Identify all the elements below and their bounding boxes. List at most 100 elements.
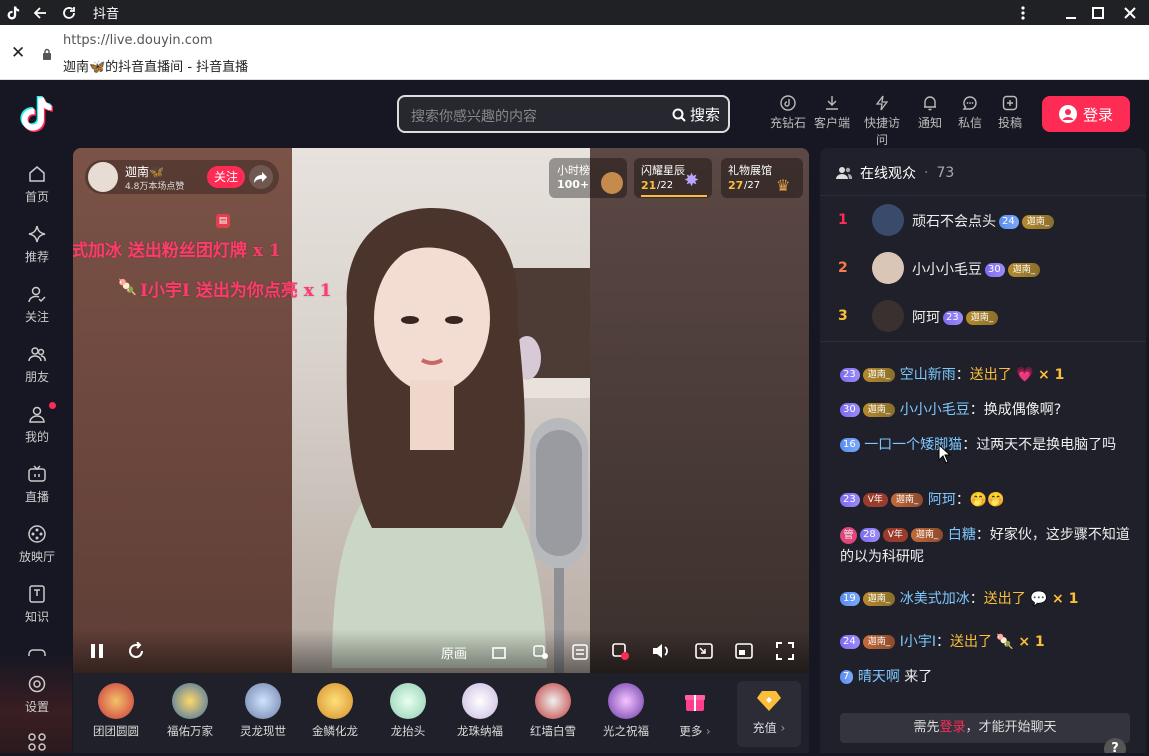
window-titlebar: 抖音 <box>0 0 1149 25</box>
gift-bar: 团团圆圆 福佑万家 灵龙现世 金鳞化龙 龙抬头 龙珠纳福 红墙白雪 光之祝福 更… <box>73 673 809 753</box>
refresh-icon[interactable] <box>127 641 145 664</box>
gift-item[interactable]: 团团圆圆 <box>83 683 149 739</box>
pause-icon[interactable] <box>89 643 105 663</box>
gift-icon <box>317 683 353 719</box>
avatar[interactable] <box>872 252 904 284</box>
avatar[interactable] <box>872 204 904 236</box>
web-fullscreen-icon[interactable] <box>735 643 753 663</box>
page-title: 迦南🦋的抖音直播间 - 抖音直播 <box>63 60 249 75</box>
close-tab-icon[interactable]: ✕ <box>11 43 25 63</box>
danmaku-toggle-icon[interactable] <box>572 644 588 664</box>
fullscreen-icon[interactable] <box>776 642 794 664</box>
top-item-label: 通知 <box>917 116 942 130</box>
sidebar-item-label: 朋友 <box>24 370 49 384</box>
sidebar-item-label: 设置 <box>24 700 49 714</box>
gift-item[interactable]: 金鳞化龙 <box>302 683 368 739</box>
menu-icon[interactable] <box>1013 0 1033 25</box>
url-text[interactable]: https://live.douyin.com <box>63 33 213 48</box>
level-badge: 30 <box>840 403 860 417</box>
gift-name: 金鳞化龙 <box>312 724 358 738</box>
volume-icon[interactable] <box>651 642 671 664</box>
sidebar-item-home[interactable]: 首页 <box>12 164 62 205</box>
gift-name: 红墙白雪 <box>530 724 576 738</box>
search-box[interactable]: 搜索你感兴趣的内容 搜索 <box>397 95 730 133</box>
back-icon[interactable] <box>30 0 50 25</box>
sidebar-item-settings[interactable]: 设置 <box>12 674 62 715</box>
chat-username[interactable]: 白糖 <box>948 527 976 543</box>
chat-input-box[interactable]: 需先登录，才能开始聊天 <box>840 713 1130 743</box>
login-label: 登录 <box>1082 105 1113 124</box>
search-button[interactable]: 搜索 <box>672 104 720 125</box>
year-badge: V年 <box>882 528 908 542</box>
sidebar-item-friends[interactable]: 朋友 <box>12 344 62 385</box>
quality-button[interactable]: 原画 <box>441 643 467 662</box>
upload-button[interactable]: 投稿 <box>990 95 1030 131</box>
gift-item[interactable]: 龙抬头 <box>375 683 441 739</box>
sidebar-item-live[interactable]: 直播 <box>12 464 62 505</box>
follow-button[interactable]: 关注 <box>207 166 245 188</box>
help-icon[interactable]: ? <box>1104 738 1126 753</box>
messages-button[interactable]: 私信 <box>950 95 990 131</box>
rank-row[interactable]: 3 阿珂 23 迦南_ <box>820 296 1146 336</box>
recharge-diamond-button[interactable]: 充钻石 <box>768 95 808 131</box>
screen-mode-icon[interactable] <box>492 645 506 664</box>
client-download-button[interactable]: 客户端 <box>812 95 852 131</box>
fan-badge: 迦南_ <box>862 368 896 382</box>
gift-item[interactable]: 灵龙现世 <box>230 683 296 739</box>
subtitle-icon[interactable] <box>612 643 630 665</box>
sidebar-item-following[interactable]: 关注 <box>12 284 62 325</box>
anchor-info[interactable]: 迦南🦋 4.8万本场点赞 关注 <box>85 160 279 194</box>
quick-access-button[interactable]: 快捷访问 <box>862 95 902 148</box>
rank-row[interactable]: 2 小小小毛豆 30 迦南_ <box>820 248 1146 288</box>
gift-item[interactable]: 红墙白雪 <box>520 683 586 739</box>
rank-number: 3 <box>838 308 848 324</box>
maximize-icon[interactable] <box>1088 0 1108 25</box>
chat-username[interactable]: 空山新雨 <box>900 367 956 383</box>
sidebar-item-more[interactable] <box>12 732 62 756</box>
login-button[interactable]: 登录 <box>1042 96 1130 132</box>
rank-name: 小小小毛豆 <box>912 262 982 278</box>
anchor-avatar[interactable] <box>88 162 118 192</box>
recharge-button[interactable]: 充值 › <box>737 681 801 747</box>
audience-header[interactable]: 在线观众 · 73 <box>836 163 954 183</box>
gift-gallery-badge[interactable]: 礼物展馆 27 /27 ♛ <box>721 158 803 198</box>
gift-item[interactable]: 福佑万家 <box>157 683 223 739</box>
chat-username[interactable]: 晴天啊 <box>858 669 900 685</box>
rank-row[interactable]: 1 顽石不会点头 24 迦南_ <box>820 200 1146 240</box>
level-badge: 23 <box>840 368 860 382</box>
chat-username[interactable]: 冰美式加冰 <box>900 591 970 607</box>
close-window-icon[interactable] <box>1120 0 1140 25</box>
more-gifts-button[interactable]: 更多 › <box>663 683 727 739</box>
gift-item[interactable]: 龙珠纳福 <box>447 683 513 739</box>
top-item-label: 充钻石 <box>769 116 806 130</box>
level-badge: 7 <box>840 670 854 684</box>
chat-message: 23 V年 迦南_ 阿珂：🤭🤭 <box>840 489 1132 511</box>
avatar[interactable] <box>872 300 904 332</box>
sidebar-item-knowledge[interactable]: 知识 <box>12 584 62 625</box>
hourly-rank-badge[interactable]: 小时榜 100+ <box>549 158 627 198</box>
level-badge: 30 <box>985 263 1005 277</box>
chat-username[interactable]: I小宇I <box>900 634 936 650</box>
danmaku-settings-icon[interactable] <box>533 644 549 664</box>
chat-username[interactable]: 小小小毛豆 <box>900 402 970 418</box>
plus-square-icon <box>1002 95 1018 111</box>
minimize-icon[interactable] <box>1061 0 1081 25</box>
gift-item[interactable]: 光之祝福 <box>593 683 659 739</box>
live-video-player[interactable]: 迦南🦋 4.8万本场点赞 关注 小时榜 100+ 闪耀星辰 21 /22 ✸ 礼… <box>73 148 809 673</box>
picture-in-picture-icon[interactable] <box>695 643 713 663</box>
red-packet-icon[interactable]: ▤ <box>216 214 230 228</box>
search-input[interactable]: 搜索你感兴趣的内容 <box>411 106 537 126</box>
reload-icon[interactable] <box>59 0 79 25</box>
sidebar-item-me[interactable]: 我的 <box>12 402 62 445</box>
douyin-logo[interactable] <box>20 96 54 136</box>
notifications-button[interactable]: 通知 <box>910 95 950 131</box>
sidebar-item-cinema[interactable]: 放映厅 <box>12 524 62 565</box>
chat-login-link[interactable]: 登录 <box>939 720 965 735</box>
star-progress-bar <box>641 195 707 197</box>
star-badge[interactable]: 闪耀星辰 21 /22 ✸ <box>634 158 712 198</box>
chat-username[interactable]: 阿珂 <box>928 492 956 508</box>
sidebar-item-recommend[interactable]: 推荐 <box>12 224 62 265</box>
sidebar-item-label: 首页 <box>24 190 49 204</box>
share-icon[interactable] <box>249 165 273 189</box>
top-item-label: 快捷访问 <box>863 116 900 147</box>
